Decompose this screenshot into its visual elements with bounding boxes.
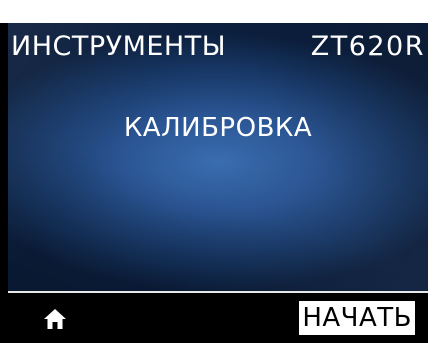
home-button[interactable] xyxy=(40,305,70,333)
softkey-bar: НАЧАТЬ xyxy=(0,293,428,343)
menu-item-calibration[interactable]: КАЛИБРОВКА xyxy=(8,113,428,143)
display-area: ИНСТРУМЕНТЫ ZT620R КАЛИБРОВКА НАЧАТЬ xyxy=(0,23,428,343)
menu-title: ИНСТРУМЕНТЫ xyxy=(11,31,227,62)
printer-model: ZT620R xyxy=(310,31,425,62)
printer-screen: ИНСТРУМЕНТЫ ZT620R КАЛИБРОВКА НАЧАТЬ xyxy=(0,0,441,343)
start-button[interactable]: НАЧАТЬ xyxy=(299,301,415,335)
menu-panel: ИНСТРУМЕНТЫ ZT620R КАЛИБРОВКА xyxy=(8,23,428,291)
home-icon xyxy=(44,309,66,329)
background-texture xyxy=(8,23,428,291)
